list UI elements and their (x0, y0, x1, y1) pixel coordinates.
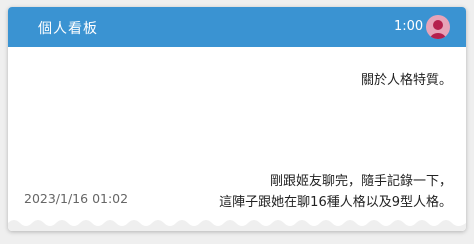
note-line-2: 剛跟姬友聊完，隨手記錄一下， (269, 174, 452, 189)
user-avatar-icon[interactable] (426, 15, 450, 39)
torn-edge (8, 220, 466, 231)
note-line-1: 關於人格特質。 (360, 73, 452, 88)
card-header: 1:00 個人看板 (8, 7, 466, 47)
page-title: 個人看板 (38, 21, 98, 37)
note-card: 1:00 個人看板 關於人格特質。 剛跟姬友聊完，隨手記錄一下， 這陣子跟她在聊… (8, 7, 466, 231)
note-timestamp: 2023/1/16 01:02 (24, 191, 129, 206)
header-time: 1:00 (394, 19, 424, 34)
note-line-3: 這陣子跟她在聊16種人格以及9型人格。 (219, 195, 452, 210)
